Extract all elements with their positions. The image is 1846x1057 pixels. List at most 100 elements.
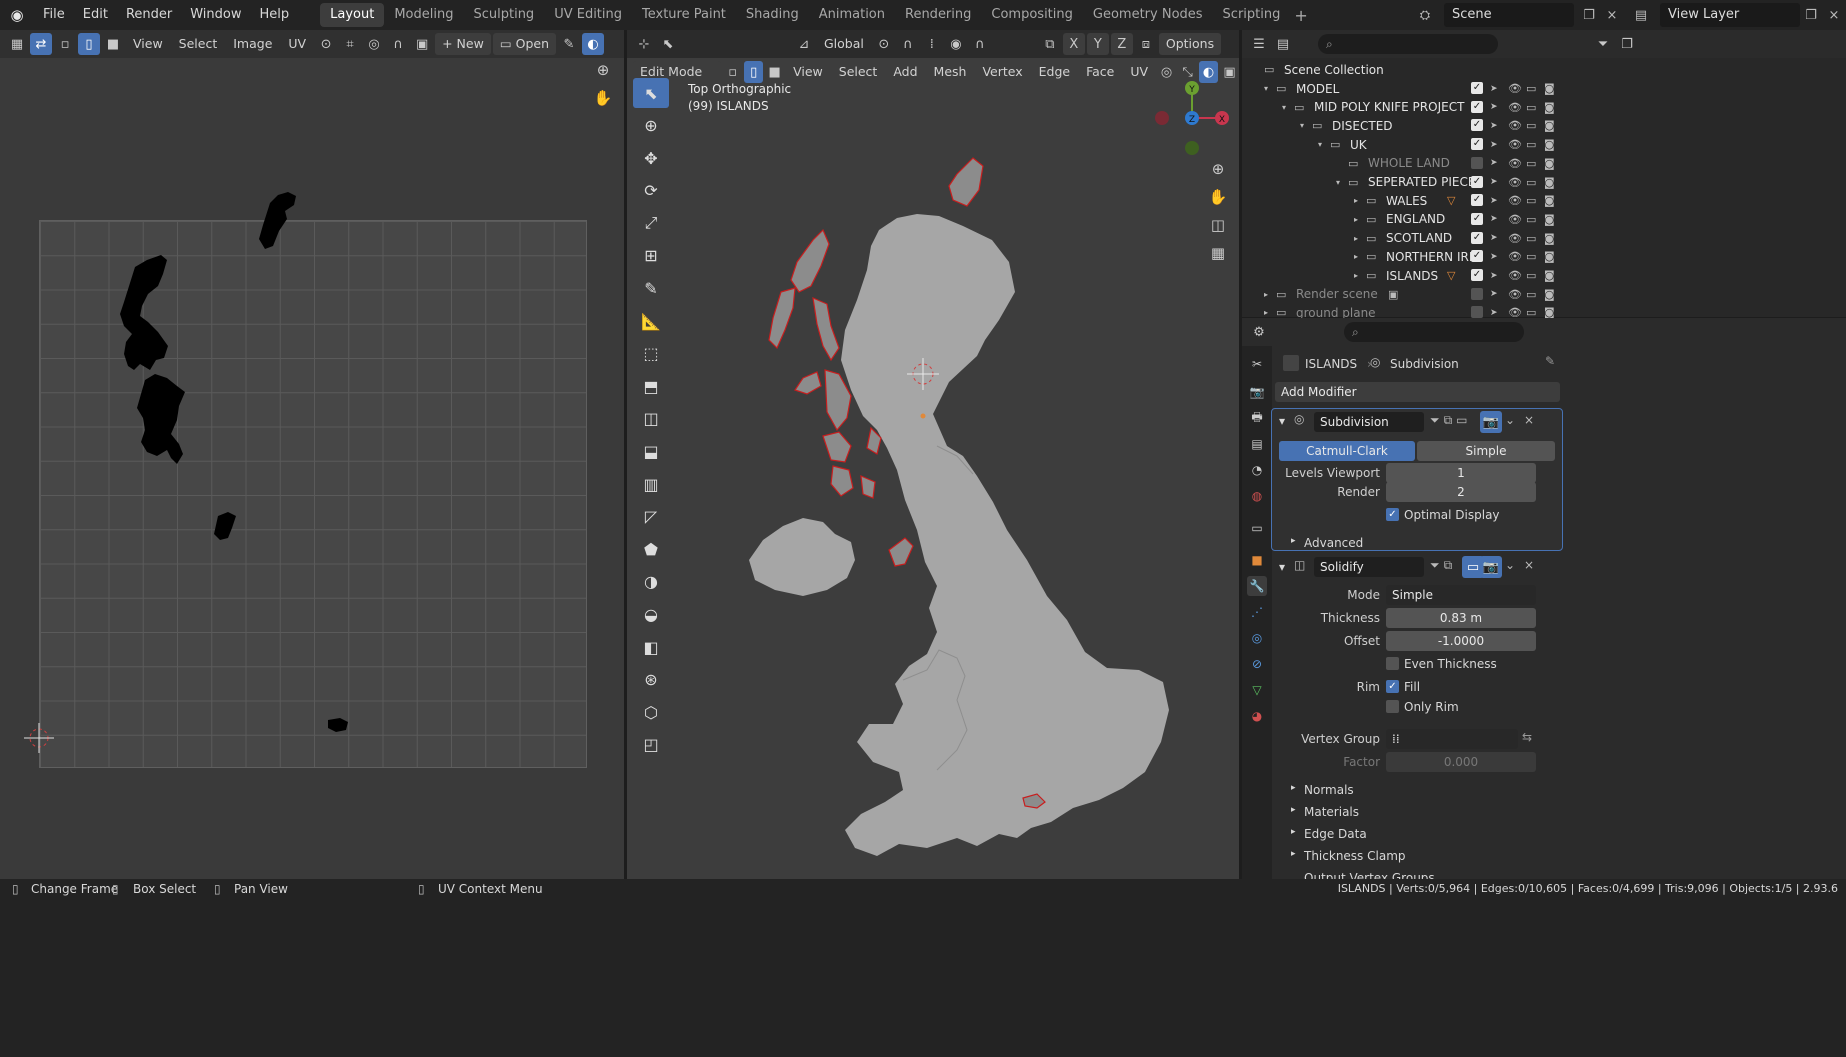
menu-edit[interactable]: Edit — [74, 0, 117, 30]
cursor-tool-icon[interactable]: ⊕ — [633, 111, 669, 141]
offset-field[interactable]: -1.0000 — [1386, 631, 1536, 651]
subdivision-toggle-icons[interactable]: ⏷⧉▭ — [1430, 413, 1472, 428]
monitor-icon[interactable]: ▭ — [1526, 288, 1536, 301]
outliner-row[interactable]: ▾ ▭ SEPERATED PIECES ✓ ➤ 👁 ▭ ◙ — [1242, 173, 1846, 192]
advanced-expand-icon[interactable]: ▸ — [1291, 536, 1296, 546]
monitor-icon[interactable]: ▭ — [1526, 138, 1536, 151]
measure-tool-icon[interactable]: 📐 — [633, 306, 669, 336]
eye-icon[interactable]: 👁 — [1508, 232, 1522, 245]
outliner-row[interactable]: ▸ ▭ Render scene ▣ ➤ 👁 ▭ ◙ — [1242, 285, 1846, 304]
outliner-row[interactable]: ▾ ▭ MODEL ✓ ➤ 👁 ▭ ◙ — [1242, 79, 1846, 98]
smooth-tool-icon[interactable]: ◒ — [633, 600, 669, 630]
camera-icon[interactable]: ◙ — [1544, 157, 1555, 170]
solidify-delete-icon[interactable]: × — [1524, 558, 1534, 572]
zoom-view-icon[interactable]: ⊕ — [1205, 156, 1231, 182]
monitor-icon[interactable]: ▭ — [1526, 157, 1536, 170]
poly-build-tool-icon[interactable]: ⬟ — [633, 534, 669, 564]
expand-arrow-icon[interactable]: ▸ — [1264, 290, 1268, 299]
new-scene-icon[interactable]: ❐ — [1578, 4, 1600, 26]
object-tab-icon[interactable]: ■ — [1247, 550, 1267, 570]
uv-editor[interactable]: ▦ ⇄ ▫ ▯ ■ View Select Image UV ⊙ ⌗ ◎ ∩ ▣… — [0, 30, 624, 879]
eye-icon[interactable]: 👁 — [1508, 213, 1522, 226]
expand-arrow-icon[interactable]: ▾ — [1336, 178, 1340, 187]
view-layer-tab-icon[interactable]: ▤ — [1247, 434, 1267, 454]
menu-help[interactable]: Help — [251, 0, 299, 30]
catmull-clark-button[interactable]: Catmull-Clark — [1279, 441, 1415, 461]
world-tab-icon[interactable]: ◍ — [1247, 486, 1267, 506]
knife-tool-icon[interactable]: ◸ — [633, 502, 669, 532]
exclude-checkbox[interactable]: ✓ — [1471, 138, 1483, 151]
move-tool-icon[interactable]: ✥ — [633, 143, 669, 173]
solidify-dropdown-icon[interactable]: ⌄ — [1505, 558, 1515, 572]
fill-checkbox[interactable]: ✓ — [1386, 680, 1399, 693]
camera-icon[interactable]: ◙ — [1544, 250, 1555, 263]
rip-tool-icon[interactable]: ◰ — [633, 730, 669, 760]
eye-icon[interactable]: 👁 — [1508, 138, 1522, 151]
simple-subdiv-button[interactable]: Simple — [1417, 441, 1555, 461]
select-arrow-icon[interactable]: ➤ — [1490, 271, 1498, 281]
loop-cut-tool-icon[interactable]: ▥ — [633, 469, 669, 499]
view-layer-selector[interactable]: View Layer — [1660, 3, 1800, 27]
select-arrow-icon[interactable]: ➤ — [1490, 177, 1498, 187]
monitor-icon[interactable]: ▭ — [1526, 269, 1536, 282]
outliner-row[interactable]: ▸ ▭ NORTHERN IRE ✓ ➤ 👁 ▭ ◙ — [1242, 247, 1846, 266]
exclude-checkbox[interactable]: ✓ — [1471, 100, 1483, 113]
tab-layout[interactable]: Layout — [320, 3, 385, 27]
expand-arrow-icon[interactable]: ▾ — [1264, 84, 1268, 93]
camera-icon[interactable]: ◙ — [1544, 232, 1555, 245]
exclude-checkbox[interactable]: ✓ — [1471, 82, 1483, 94]
delete-scene-icon[interactable]: × — [1601, 4, 1623, 26]
solidify-render-toggle-icon[interactable]: 📷 — [1480, 556, 1502, 578]
solidify-toggle-icons[interactable]: ⏷⧉ — [1430, 558, 1456, 573]
outliner-row[interactable]: ▸ ▭ ISLANDS ▽ ✓ ➤ 👁 ▭ ◙ — [1242, 266, 1846, 285]
exclude-checkbox[interactable] — [1471, 156, 1483, 169]
physics-tab-icon[interactable]: ◎ — [1247, 628, 1267, 648]
select-arrow-icon[interactable]: ➤ — [1490, 214, 1498, 224]
select-arrow-icon[interactable]: ➤ — [1490, 84, 1498, 94]
pin-panel-icon[interactable]: ✎ — [1545, 354, 1555, 368]
tab-uv-editing[interactable]: UV Editing — [544, 3, 632, 27]
advanced-section[interactable]: Advanced — [1304, 536, 1363, 550]
3d-viewport[interactable]: ⊹ ⬉ ⊿ Global ⊙ ∩ ⁞ ◉ ∩ ⧉ X Y Z ⧈ Options… — [627, 30, 1239, 879]
invert-vertex-group-icon[interactable]: ⇆ — [1522, 730, 1532, 744]
extrude-tool-icon[interactable]: ⬒ — [633, 371, 669, 401]
outliner-row[interactable]: ▭ WHOLE LAND ➤ 👁 ▭ ◙ — [1242, 154, 1846, 173]
select-box-tool-icon[interactable]: ⬉ — [633, 78, 669, 108]
select-arrow-icon[interactable]: ➤ — [1490, 289, 1498, 299]
camera-view-icon[interactable]: ◫ — [1205, 212, 1231, 238]
new-collection-icon[interactable]: ❐ — [1616, 33, 1638, 55]
menu-render[interactable]: Render — [117, 0, 181, 30]
add-modifier-dropdown[interactable]: Add Modifier — [1275, 382, 1560, 402]
outliner[interactable]: ☰ ▤ ⌕ ⏷ ❐ ▭ Scene Collection ▾ ▭ MODEL ✓ ➤ 👁 ▭ ◙ ▾… — [1242, 30, 1846, 320]
collapse-subdivision-icon[interactable]: ▾ — [1279, 414, 1285, 428]
expand-arrow-icon[interactable]: ▸ — [1264, 308, 1268, 317]
vertex-group-field[interactable]: ⁞⁞ — [1386, 729, 1518, 749]
blender-logo-icon[interactable]: ◉ — [0, 6, 34, 24]
materials-expand-icon[interactable]: ▸ — [1291, 805, 1296, 815]
scale-tool-icon[interactable]: ⤢ — [633, 208, 669, 238]
material-tab-icon[interactable]: ◕ — [1247, 706, 1267, 726]
monitor-icon[interactable]: ▭ — [1526, 194, 1536, 207]
camera-icon[interactable]: ◙ — [1544, 176, 1555, 189]
exclude-checkbox[interactable]: ✓ — [1471, 250, 1483, 263]
camera-icon[interactable]: ◙ — [1544, 138, 1555, 151]
levels-viewport-field[interactable]: 1 — [1386, 463, 1536, 483]
transform-tool-icon[interactable]: ⊞ — [633, 241, 669, 271]
camera-icon[interactable]: ◙ — [1544, 101, 1555, 114]
select-arrow-icon[interactable]: ➤ — [1490, 308, 1498, 318]
outliner-row[interactable]: ▸ ▭ WALES ▽ ✓ ➤ 👁 ▭ ◙ — [1242, 191, 1846, 210]
camera-icon[interactable]: ◙ — [1544, 194, 1555, 207]
edge-data-expand-icon[interactable]: ▸ — [1291, 827, 1296, 837]
outliner-search-input[interactable]: ⌕ — [1318, 34, 1498, 54]
eye-icon[interactable]: 👁 — [1508, 101, 1522, 114]
tab-geometry-nodes[interactable]: Geometry Nodes — [1083, 3, 1213, 27]
normals-section[interactable]: Normals — [1304, 783, 1354, 797]
inset-tool-icon[interactable]: ◫ — [633, 404, 669, 434]
factor-field[interactable]: 0.000 — [1386, 752, 1536, 772]
tab-shading[interactable]: Shading — [736, 3, 809, 27]
camera-icon[interactable]: ◙ — [1544, 213, 1555, 226]
render-levels-field[interactable]: 2 — [1386, 482, 1536, 502]
eye-icon[interactable]: 👁 — [1508, 269, 1522, 282]
select-arrow-icon[interactable]: ➤ — [1490, 140, 1498, 150]
exclude-checkbox[interactable] — [1471, 287, 1483, 300]
